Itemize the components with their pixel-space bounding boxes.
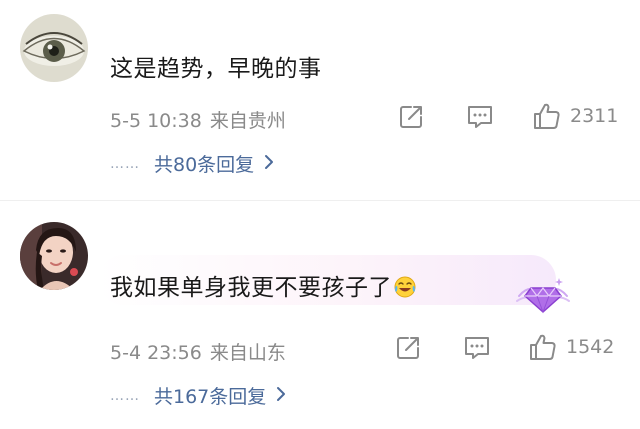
like-button[interactable]: 2311 [532,101,618,131]
view-replies-link[interactable]: …… 共80条回复 [110,150,274,177]
like-button[interactable]: 1542 [528,332,614,362]
laughing-crying-emoji-icon [394,276,416,298]
like-count: 1542 [566,336,615,358]
comment-item: 我如果单身我更不要孩子了 5-4 23:56 来自山东 1542 …… 共167… [0,201,640,429]
chevron-right-icon [276,385,286,407]
replies-dots: …… [110,155,140,172]
comment-button[interactable] [466,104,494,130]
replies-count-label: 共167条回复 [154,386,267,408]
comment-text-content: 我如果单身我更不要孩子了 [110,275,392,301]
comment-button[interactable] [463,335,491,361]
purple-gem-badge-icon [516,278,570,314]
chevron-right-icon [264,153,274,175]
comment-text: 这是趋势，早晚的事 [110,56,322,82]
comment-icon [468,106,492,128]
avatar[interactable] [20,222,88,290]
share-button[interactable] [398,104,424,130]
comment-location: 来自山东 [209,342,286,364]
comment-meta: 5-4 23:56 来自山东 [110,338,286,365]
view-replies-link[interactable]: …… 共167条回复 [110,382,286,409]
comment-meta: 5-5 10:38 来自贵州 [110,106,286,133]
share-button[interactable] [395,335,421,361]
replies-count-label: 共80条回复 [154,154,255,176]
comment-location: 来自贵州 [209,110,286,132]
replies-dots: …… [110,387,140,404]
comment-icon [465,337,489,359]
thumbs-up-icon [530,334,556,360]
thumbs-up-icon [534,103,560,129]
comment-item: 这是趋势，早晚的事 5-5 10:38 来自贵州 2311 …… 共80条回复 [0,0,640,200]
share-icon [400,106,422,128]
share-icon [397,337,419,359]
comment-date: 5-5 10:38 [110,110,202,132]
comment-text: 我如果单身我更不要孩子了 [110,268,416,302]
like-count: 2311 [570,105,619,127]
comment-date: 5-4 23:56 [110,342,202,364]
avatar[interactable] [20,14,88,82]
